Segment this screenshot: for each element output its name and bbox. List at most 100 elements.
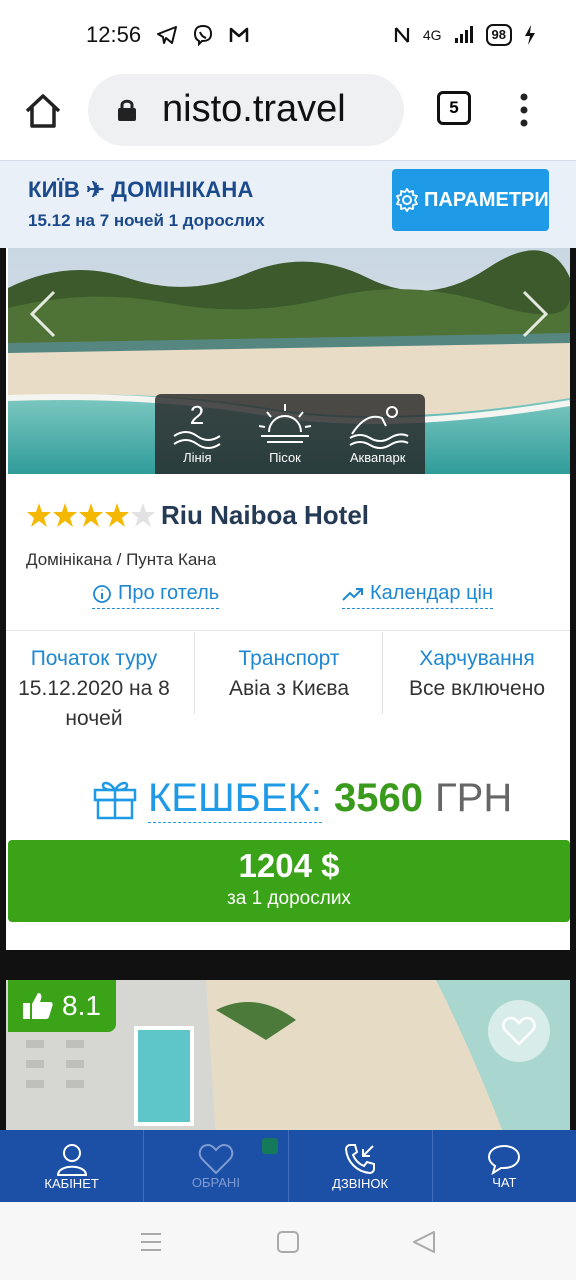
parameters-label: ПАРАМЕТРИ	[424, 188, 549, 211]
nav-call-label: ДЗВІНОК	[332, 1175, 389, 1191]
meals-info: Харчування Все включено	[384, 644, 570, 704]
tour-start-label: Початок туру	[30, 647, 158, 670]
star-icon	[79, 503, 103, 527]
feature-aquapark: Аквапарк	[346, 400, 410, 474]
nav-favorites[interactable]: ОБРАНІ	[144, 1130, 289, 1202]
route-title[interactable]: КИЇВ ✈ ДОМІНІКАНА	[28, 177, 254, 203]
back-icon[interactable]	[412, 1230, 436, 1254]
system-navigation-bar	[0, 1202, 576, 1280]
hotel-name[interactable]: Riu Naiboa Hotel	[161, 500, 369, 531]
browser-toolbar: nisto.travel 5	[0, 72, 576, 160]
favorites-badge	[262, 1138, 279, 1154]
nav-favorites-label: ОБРАНІ	[191, 1174, 240, 1190]
parameters-button[interactable]: ПАРАМЕТРИ	[392, 169, 549, 231]
feature-aquapark-label: Аквапарк	[349, 450, 406, 465]
about-hotel-label: Про готель	[118, 582, 220, 604]
user-icon	[56, 1143, 87, 1176]
trending-up-icon	[342, 587, 363, 601]
hotel-photo[interactable]: 2 Лінія Пісок Аквапарк	[8, 248, 570, 474]
cashback-currency: ГРН	[434, 775, 513, 820]
info-separator	[382, 632, 383, 714]
nfc-icon	[394, 27, 409, 43]
next-hotel-card[interactable]: 8.1	[6, 980, 570, 1140]
nav-cabinet[interactable]: КАБІНЕТ	[0, 1130, 145, 1202]
search-dates[interactable]: 15.12 на 7 ночей 1 дорослих	[28, 211, 265, 231]
chat-bubble-icon	[488, 1144, 521, 1175]
nav-call[interactable]: ДЗВІНОК	[289, 1130, 433, 1202]
tabs-button[interactable]: 5	[437, 91, 471, 125]
bottom-navigation: КАБІНЕТ ОБРАНІ ДЗВІНОК ЧАТ	[0, 1130, 576, 1202]
battery-indicator: 98	[485, 24, 512, 46]
tour-start-value: 15.12.2020 на 8	[18, 677, 170, 700]
photo-next-arrow-icon[interactable]	[520, 288, 550, 340]
lock-icon	[118, 99, 136, 121]
line-2-icon: 2	[173, 400, 221, 449]
more-menu-icon[interactable]	[516, 92, 532, 128]
hotel-card: 2 Лінія Пісок Аквапарк Riu Naiboa Hotel …	[6, 248, 570, 950]
hotel-location: Домінікана / Пунта Кана	[26, 550, 217, 569]
meals-value: Все включено	[408, 677, 546, 700]
tour-start-info: Початок туру 15.12.2020 на 8 ночей	[6, 644, 182, 734]
feature-sand: Пісок	[255, 400, 315, 474]
price-subtitle: за 1 дорослих	[227, 888, 351, 909]
status-time: 12:56	[86, 22, 142, 47]
info-separator	[194, 632, 195, 714]
nav-chat-label: ЧАТ	[492, 1174, 517, 1190]
telegram-icon	[157, 26, 177, 44]
url-text: nisto.travel	[162, 88, 346, 130]
home-system-icon[interactable]	[277, 1231, 299, 1253]
meals-label: Харчування	[419, 647, 535, 670]
status-bar: 12:56 4G 98	[0, 0, 576, 72]
price-calendar-link[interactable]: Календар цін	[342, 582, 494, 609]
tour-start-value-2: ночей	[65, 707, 123, 730]
cashback-row[interactable]: КЕШБЕК: 3560 ГРН	[92, 768, 512, 828]
card-divider	[6, 630, 570, 631]
transport-value: Авіа з Києва	[228, 677, 350, 700]
viber-icon	[193, 24, 213, 46]
svg-text:2: 2	[190, 400, 204, 430]
address-bar[interactable]: nisto.travel	[88, 74, 404, 146]
network-type: 4G	[422, 27, 442, 43]
nav-chat[interactable]: ЧАТ	[433, 1130, 576, 1202]
photo-prev-arrow-icon[interactable]	[28, 288, 58, 340]
cashback-label: КЕШБЕК:	[148, 774, 322, 823]
feature-line: 2 Лінія	[170, 400, 224, 474]
favorite-button[interactable]	[488, 1000, 550, 1062]
thumbs-up-icon	[23, 993, 53, 1019]
star-icon	[105, 503, 129, 527]
price-value: 1204 $	[238, 847, 340, 884]
aquapark-icon	[349, 406, 409, 449]
search-summary: КИЇВ ✈ ДОМІНІКАНА 15.12 на 7 ночей 1 дор…	[0, 160, 576, 248]
heart-icon	[502, 1016, 536, 1046]
price-button[interactable]: 1204 $ за 1 дорослих	[8, 840, 570, 922]
gift-icon	[93, 781, 137, 820]
nav-cabinet-label: КАБІНЕТ	[44, 1175, 99, 1191]
info-icon	[93, 584, 111, 603]
star-icon	[53, 503, 77, 527]
recent-apps-icon[interactable]	[140, 1231, 162, 1253]
heart-icon	[198, 1143, 234, 1174]
cashback-label-text: КЕШБЕК	[148, 775, 311, 820]
cashback-amount: 3560	[334, 775, 423, 820]
hotel-rating-badge: 8.1	[8, 980, 116, 1032]
home-icon[interactable]	[22, 90, 64, 132]
hotel-rating-value: 8.1	[62, 990, 101, 1021]
star-empty-icon	[131, 503, 155, 527]
transport-info: Транспорт Авіа з Києва	[196, 644, 382, 704]
notification-icons	[156, 24, 250, 46]
price-calendar-label: Календар цін	[370, 582, 494, 604]
signal-icon	[454, 26, 473, 43]
about-hotel-link[interactable]: Про готель	[92, 582, 220, 609]
hotel-features: 2 Лінія Пісок Аквапарк	[155, 394, 425, 474]
feature-sand-label: Пісок	[269, 450, 301, 465]
sand-sunset-icon	[258, 404, 312, 443]
transport-label: Транспорт	[238, 647, 340, 670]
gear-icon	[396, 188, 418, 212]
charging-icon	[525, 25, 535, 45]
star-icon	[27, 503, 51, 527]
phone-incoming-icon	[345, 1143, 376, 1174]
gmail-icon	[229, 27, 249, 42]
star-rating	[26, 502, 156, 528]
system-status: 4G 98	[393, 24, 536, 46]
feature-line-label: Лінія	[183, 450, 212, 465]
